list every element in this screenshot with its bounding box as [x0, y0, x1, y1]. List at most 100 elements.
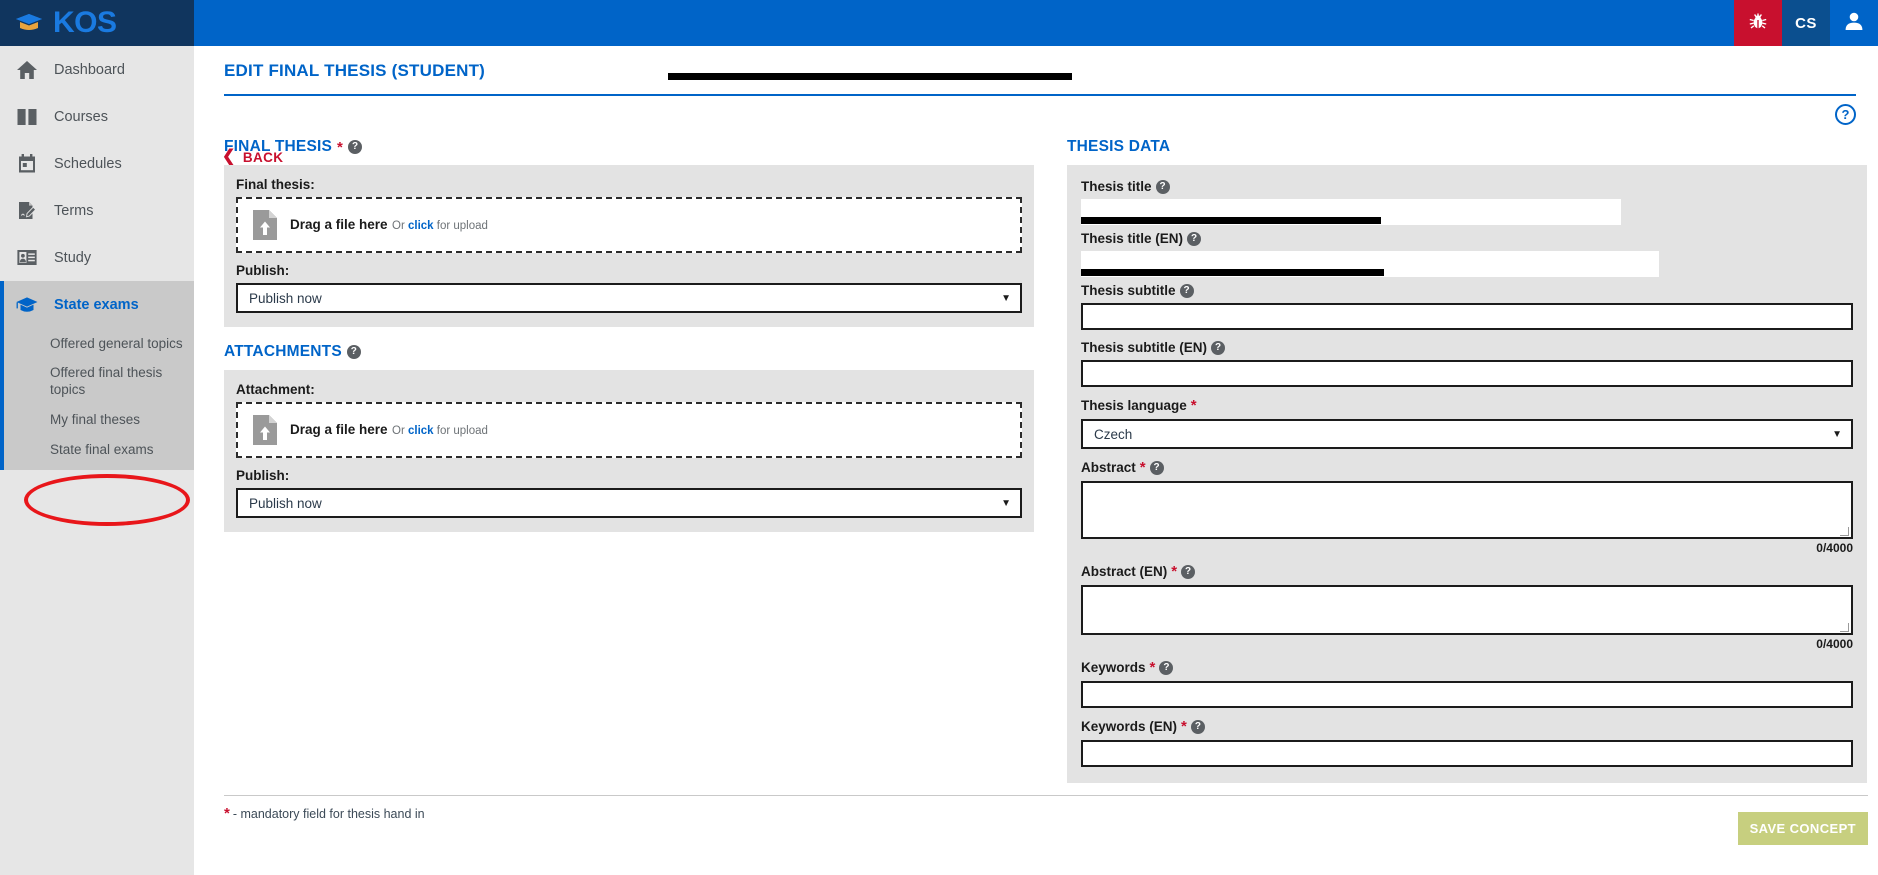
sidebar-item-study[interactable]: Study — [0, 234, 194, 281]
keywords-input[interactable] — [1081, 681, 1853, 708]
sidebar-item-my-final-theses[interactable]: My final theses — [4, 404, 194, 434]
dropzone-click-link[interactable]: click — [408, 425, 434, 437]
attachment-publish-select[interactable]: Publish now ▼ — [236, 488, 1022, 518]
app-logo-text: KOS — [53, 6, 117, 39]
required-marker: * — [224, 805, 230, 822]
application-root: KOS CS Dashboard Courses Schedules Terms… — [0, 0, 1878, 875]
label-text: Thesis subtitle (EN) — [1081, 340, 1208, 355]
dropzone-click-link[interactable]: click — [408, 220, 434, 232]
final-thesis-file-label: Final thesis: — [236, 177, 315, 192]
right-column: THESIS DATA Thesis title ? Thesis title … — [1067, 138, 1867, 783]
abstract-en-counter: 0/4000 — [1816, 637, 1853, 651]
help-button[interactable]: ? — [1835, 104, 1856, 125]
question-mark-icon[interactable]: ? — [1155, 179, 1170, 194]
attachment-file-label: Attachment: — [236, 382, 315, 397]
question-mark-icon[interactable]: ? — [346, 345, 361, 359]
sidebar-item-offered-general-topics[interactable]: Offered general topics — [4, 328, 194, 358]
required-marker: * — [1190, 397, 1197, 414]
thesis-title-en-label: Thesis title (EN) ? — [1081, 231, 1853, 246]
top-bar-actions: CS — [1734, 0, 1878, 46]
final-thesis-publish-select[interactable]: Publish now ▼ — [236, 283, 1022, 313]
language-switch-button[interactable]: CS — [1782, 0, 1830, 46]
thesis-subtitle-label: Thesis subtitle ? — [1081, 283, 1853, 298]
thesis-subtitle-input[interactable] — [1081, 303, 1853, 330]
label-text: Abstract — [1081, 460, 1136, 475]
attachments-panel: Attachment: Drag a file here Or click fo… — [224, 370, 1034, 532]
abstract-en-textarea[interactable] — [1081, 585, 1853, 635]
label-text: Thesis subtitle — [1081, 283, 1176, 298]
label-text: Abstract (EN) — [1081, 564, 1168, 579]
required-marker: * — [1149, 659, 1156, 676]
left-column: FINAL THESIS * ? Final thesis: Drag a fi… — [224, 138, 1034, 532]
sidebar-item-label: Study — [54, 249, 92, 266]
sidebar-item-state-final-exams[interactable]: State final exams — [4, 434, 194, 464]
dropzone-text: Drag a file here Or click for upload — [290, 421, 488, 439]
attachments-section-title: ATTACHMENTS ? — [224, 343, 1034, 361]
label-text: Thesis language — [1081, 398, 1187, 413]
question-mark-icon[interactable]: ? — [1149, 460, 1164, 475]
bug-report-button[interactable] — [1734, 0, 1782, 46]
attachment-publish-label: Publish: — [236, 468, 290, 483]
resize-handle-icon[interactable] — [1840, 527, 1849, 536]
sidebar-item-label: Schedules — [54, 155, 122, 172]
dropzone-sub-prefix: Or — [392, 220, 408, 232]
save-concept-button[interactable]: SAVE CONCEPT — [1737, 812, 1868, 845]
app-logo[interactable]: KOS — [0, 0, 194, 46]
dropzone-sub-suffix: for upload — [433, 220, 488, 232]
page-header: EDIT FINAL THESIS (STUDENT) ? — [194, 46, 1878, 125]
question-mark-icon[interactable]: ? — [1190, 719, 1205, 734]
document-pen-icon — [14, 200, 40, 221]
question-mark-icon[interactable]: ? — [348, 140, 363, 154]
attachment-dropzone[interactable]: Drag a file here Or click for upload — [236, 402, 1022, 458]
final-thesis-dropzone[interactable]: Drag a file here Or click for upload — [236, 197, 1022, 253]
sidebar-item-dashboard[interactable]: Dashboard — [0, 46, 194, 93]
thesis-title-label: Thesis title ? — [1081, 179, 1853, 194]
required-marker: * — [337, 138, 344, 156]
thesis-language-select[interactable]: Czech ▼ — [1081, 419, 1853, 449]
sidebar-item-schedules[interactable]: Schedules — [0, 140, 194, 187]
question-mark-icon[interactable]: ? — [1187, 231, 1202, 246]
resize-handle-icon[interactable] — [1840, 623, 1849, 632]
sidebar-item-label: Dashboard — [54, 61, 125, 78]
sidebar-item-courses[interactable]: Courses — [0, 93, 194, 140]
question-mark-icon[interactable]: ? — [1211, 340, 1226, 355]
sidebar-item-label: Terms — [54, 202, 94, 219]
redacted-thesis-title-en — [1081, 269, 1384, 276]
sidebar-item-state-exams[interactable]: State exams — [4, 281, 194, 328]
label-text: Thesis title — [1081, 179, 1152, 194]
dropzone-main-text: Drag a file here — [290, 217, 388, 232]
user-menu-button[interactable] — [1830, 0, 1878, 46]
file-upload-icon — [252, 414, 278, 446]
question-mark-icon[interactable]: ? — [1181, 564, 1196, 579]
annotation-ellipse-my-final-theses — [24, 474, 190, 526]
dropzone-main-text: Drag a file here — [290, 422, 388, 437]
sidebar-group-state-exams: State exams Offered general topics Offer… — [0, 281, 194, 470]
home-icon — [14, 60, 40, 80]
select-value: Czech — [1094, 426, 1133, 442]
chevron-down-icon: ▼ — [1001, 292, 1011, 304]
thesis-subtitle-en-label: Thesis subtitle (EN) ? — [1081, 340, 1853, 355]
abstract-label: Abstract * ? — [1081, 459, 1853, 476]
question-mark-icon[interactable]: ? — [1179, 283, 1194, 298]
file-upload-icon — [252, 209, 278, 241]
chevron-down-icon: ▼ — [1832, 428, 1842, 440]
thesis-language-label: Thesis language * — [1081, 397, 1853, 414]
keywords-label: Keywords * ? — [1081, 659, 1853, 676]
sidebar-item-terms[interactable]: Terms — [0, 187, 194, 234]
abstract-en-label: Abstract (EN) * ? — [1081, 563, 1853, 580]
keywords-en-label: Keywords (EN) * ? — [1081, 718, 1853, 735]
section-title-text: FINAL THESIS — [224, 138, 333, 155]
thesis-data-section-title: THESIS DATA — [1067, 138, 1171, 155]
bug-icon — [1748, 11, 1768, 36]
question-mark-icon[interactable]: ? — [1159, 660, 1174, 675]
label-text: Keywords (EN) — [1081, 719, 1178, 734]
label-text: Thesis title (EN) — [1081, 231, 1184, 246]
thesis-subtitle-en-input[interactable] — [1081, 360, 1853, 387]
thesis-title-en-field-wrap — [1081, 251, 1853, 277]
keywords-en-input[interactable] — [1081, 740, 1853, 767]
sidebar-item-offered-final-thesis-topics[interactable]: Offered final thesis topics — [4, 358, 194, 404]
required-marker: * — [1181, 718, 1187, 735]
abstract-textarea[interactable] — [1081, 481, 1853, 539]
book-icon — [14, 107, 40, 127]
thesis-title-field-wrap — [1081, 199, 1853, 225]
